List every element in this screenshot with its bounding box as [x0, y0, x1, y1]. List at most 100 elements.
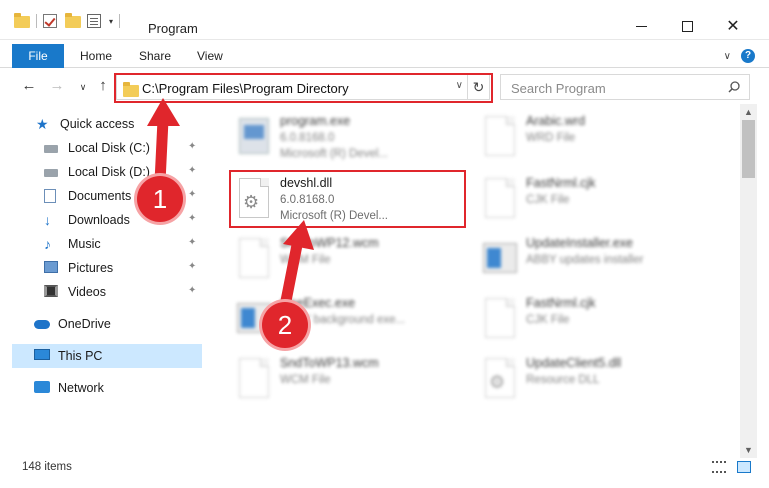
pin-icon[interactable]: ✦ [188, 262, 198, 272]
file-tile-sndtowp12-wcm[interactable]: SndToWP12.wcm WCM File [230, 230, 470, 288]
toolbar-divider [119, 14, 121, 28]
file-tile-fastnrml-cjk[interactable]: FastNrml.cjk CJK File [476, 170, 716, 228]
sidebar-item-this-pc[interactable]: This PC [12, 344, 202, 368]
new-folder-icon[interactable] [65, 13, 81, 28]
vertical-scrollbar[interactable]: ▲ ▼ [740, 104, 757, 458]
file-type: Resource DLL [526, 374, 600, 386]
file-name: FastNrml.cjk [526, 296, 596, 310]
file-name: UpdateClient5.dll [526, 356, 622, 370]
file-highlight-box [229, 170, 466, 228]
document-icon [482, 176, 518, 220]
window-title: Program [148, 21, 198, 36]
pin-icon[interactable]: ✦ [188, 190, 198, 200]
scroll-down-icon[interactable]: ▼ [740, 442, 757, 458]
navigation-pane: ★ Quick access Local Disk (C:) ✦ Local D… [0, 110, 206, 450]
sidebar-item-downloads[interactable]: ↓ Downloads ✦ [44, 208, 204, 232]
search-icon[interactable] [728, 81, 740, 93]
sidebar-item-label: This PC [58, 349, 103, 363]
properties-icon[interactable] [87, 14, 103, 28]
file-version: 6.0.8168.0 [280, 132, 335, 144]
folder-icon [14, 13, 30, 28]
pin-icon[interactable]: ✦ [188, 286, 198, 296]
executable-icon [236, 114, 272, 158]
pictures-icon [44, 261, 60, 275]
pin-icon[interactable]: ✦ [188, 214, 198, 224]
details-view-icon[interactable] [712, 461, 726, 473]
computer-icon [34, 349, 50, 363]
tiles-view-icon[interactable] [737, 461, 751, 473]
sidebar-item-pictures[interactable]: Pictures ✦ [44, 256, 204, 280]
sidebar-item-label: OneDrive [58, 317, 111, 331]
drive-icon [44, 165, 60, 179]
file-name: FastNrml.cjk [526, 176, 596, 190]
status-bar: 148 items [0, 458, 769, 488]
item-count: 148 items [22, 461, 72, 473]
customize-toolbar-chevron-icon[interactable]: ▾ [109, 17, 113, 26]
forward-arrow-icon[interactable]: → [48, 77, 66, 95]
pin-icon[interactable]: ✦ [188, 238, 198, 248]
sidebar-item-quick-access[interactable]: ★ Quick access [36, 112, 240, 136]
tab-home[interactable]: Home [80, 44, 112, 68]
tab-view[interactable]: View [197, 44, 223, 68]
file-tile-updateinstaller-exe[interactable]: UpdateInstaller.exe ABBY updates install… [476, 230, 716, 288]
sidebar-item-videos[interactable]: Videos ✦ [44, 280, 204, 304]
file-tile-fastnrml-cjk-2[interactable]: FastNrml.cjk CJK File [476, 290, 716, 348]
title-bar: ▾ Program ✕ [0, 0, 769, 40]
scrollbar-thumb[interactable] [742, 120, 755, 178]
scroll-up-icon[interactable]: ▲ [740, 104, 757, 120]
callout-step-1: 1 [137, 176, 183, 222]
sidebar-item-onedrive[interactable]: OneDrive [34, 312, 204, 336]
file-type: CJK File [526, 194, 570, 206]
document-icon [236, 236, 272, 280]
sidebar-item-label: Local Disk (C:) [68, 141, 150, 155]
toolbar-divider [36, 14, 37, 28]
sidebar-item-network[interactable]: Network [34, 376, 204, 400]
help-icon[interactable]: ? [741, 49, 755, 63]
document-icon [44, 189, 60, 203]
maximize-icon [681, 20, 693, 32]
sidebar-item-label: Music [68, 237, 101, 251]
pin-icon[interactable]: ✦ [188, 142, 198, 152]
sidebar-item-label: Pictures [68, 261, 114, 275]
maximize-button[interactable] [664, 12, 710, 40]
document-icon [236, 356, 272, 400]
quick-access-toolbar: ▾ [14, 13, 121, 28]
star-icon: ★ [36, 116, 49, 132]
search-input[interactable]: Search Program [500, 74, 750, 100]
address-highlight-box [114, 73, 493, 103]
file-name: UpdateInstaller.exe [526, 236, 634, 250]
file-type: WRD File [526, 132, 576, 144]
recent-locations-chevron-icon[interactable]: ∨ [74, 78, 92, 96]
file-name: SndToWP13.wcm [280, 356, 379, 370]
tab-file[interactable]: File [12, 44, 64, 68]
drive-icon [44, 141, 60, 155]
sidebar-item-label: Documents [68, 189, 132, 203]
ribbon-controls: ∨ ? [724, 49, 755, 63]
network-icon [34, 381, 50, 395]
sidebar-item-local-disk-d[interactable]: Local Disk (D:) ✦ [44, 160, 204, 184]
file-tile-updateclient5-dll[interactable]: UpdateClient5.dll Resource DLL [476, 350, 716, 408]
tab-share[interactable]: Share [139, 44, 171, 68]
search-placeholder: Search Program [511, 81, 606, 96]
sidebar-item-label: Downloads [68, 213, 130, 227]
download-arrow-icon: ↓ [44, 212, 51, 228]
pin-icon[interactable]: ✦ [188, 166, 198, 176]
file-type: WCM File [280, 374, 331, 386]
document-icon [482, 296, 518, 340]
file-tile-arabic-wrd[interactable]: Arabic.wrd WRD File [476, 108, 716, 166]
expand-ribbon-icon[interactable]: ∨ [724, 51, 731, 62]
checkbox-icon[interactable] [43, 14, 59, 28]
file-tile-sndtowp13-wcm[interactable]: SndToWP13.wcm WCM File [230, 350, 470, 408]
sidebar-item-label: Videos [68, 285, 106, 299]
file-type: CJK File [526, 314, 570, 326]
sidebar-item-local-disk-c[interactable]: Local Disk (C:) ✦ [44, 136, 204, 160]
up-arrow-icon[interactable]: ↑ [94, 77, 112, 95]
close-button[interactable]: ✕ [710, 12, 756, 40]
back-arrow-icon[interactable]: ← [20, 77, 38, 95]
ribbon-tabs: File Home Share View ∨ ? [0, 44, 769, 68]
file-name: SndToWP12.wcm [280, 236, 379, 250]
file-tile-program-exe[interactable]: program.exe 6.0.8168.0 Microsoft (R) Dev… [230, 108, 470, 166]
callout-step-2: 2 [262, 302, 308, 348]
minimize-button[interactable] [618, 12, 664, 40]
sidebar-item-music[interactable]: ♪ Music ✦ [44, 232, 204, 256]
